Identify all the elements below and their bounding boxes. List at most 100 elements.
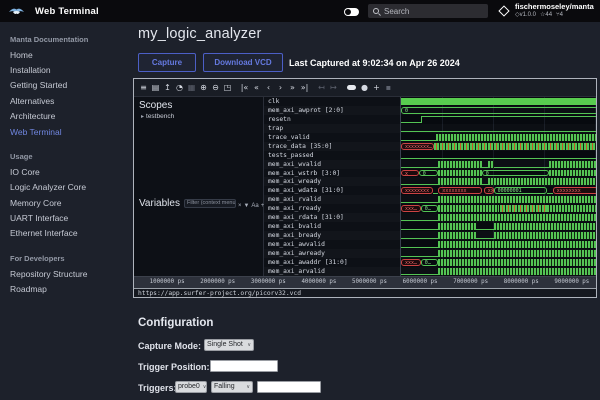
wave-row <box>401 133 597 142</box>
sidebar-item-getting-started[interactable]: Getting Started <box>0 78 130 93</box>
vcd-url-text: https://app.surfer-project.org/picorv32.… <box>134 288 596 298</box>
timeline-tick-label: 2000000 ps <box>200 279 235 285</box>
go-to-start-icon[interactable]: |« <box>239 82 250 94</box>
capture-button[interactable]: Capture <box>138 53 196 72</box>
wave-segment-xbus: xxxxxxxx… <box>401 143 434 150</box>
wave-segment-bus: 0… <box>421 259 439 266</box>
remove-view-icon[interactable]: ▪ <box>383 82 394 94</box>
dark-mode-toggle[interactable] <box>344 8 359 16</box>
expand-triangle-icon: ▸ <box>141 114 144 120</box>
signal-name[interactable]: mem_axi_arvalid <box>264 267 400 276</box>
capture-mode-label: Capture Mode: <box>138 341 201 351</box>
signal-name[interactable]: mem_axi_rready <box>264 204 400 213</box>
search-input[interactable] <box>384 7 474 16</box>
trigger-edge-select[interactable]: Falling∨ <box>211 381 253 393</box>
timeline-tick-label: 9000000 ps <box>554 279 589 285</box>
chevron-down-icon: ∨ <box>247 340 251 350</box>
signal-name[interactable]: clk <box>264 97 400 106</box>
sidebar-item-installation[interactable]: Installation <box>0 62 130 77</box>
signal-name[interactable]: mem_axi_awready <box>264 249 400 258</box>
sidebar-item-web-terminal[interactable]: Web Terminal <box>0 124 130 139</box>
open-file-icon[interactable]: ▤ <box>150 82 161 94</box>
signal-name[interactable]: mem_axi_wdata [31:0] <box>264 186 400 195</box>
wave-segment-low <box>401 223 438 230</box>
wave-row: xxx…0… <box>401 258 597 267</box>
signal-name[interactable]: resetn <box>264 115 400 124</box>
next-transition-icon[interactable]: ↦ <box>328 82 339 94</box>
save-state-icon[interactable]: ▦ <box>186 82 197 94</box>
sidebar-item-logic-analyzer-core[interactable]: Logic Analyzer Core <box>0 180 130 195</box>
waveform-canvas[interactable]: 0xxxxxxxx…x00xxxxxxxxxxxxxxxxxx…00000001… <box>401 97 597 276</box>
sidebar-item-memory-core[interactable]: Memory Core <box>0 195 130 210</box>
fast-backward-icon[interactable]: « <box>251 82 262 94</box>
wave-segment-dense <box>438 259 597 266</box>
zoom-in-icon[interactable]: ⊕ <box>198 82 209 94</box>
signal-name[interactable]: mem_axi_bready <box>264 231 400 240</box>
signal-name[interactable]: mem_axi_bvalid <box>264 222 400 231</box>
download-vcd-button[interactable]: Download VCD <box>203 53 283 72</box>
trigger-probe-select[interactable]: probe0∨ <box>175 381 207 393</box>
sidebar-item-alternatives[interactable]: Alternatives <box>0 93 130 108</box>
signal-name[interactable]: trace_data [35:0] <box>264 142 400 151</box>
signal-name[interactable]: tests_passed <box>264 151 400 160</box>
signal-name[interactable]: trap <box>264 124 400 133</box>
wave-row <box>401 124 597 133</box>
zoom-out-icon[interactable]: ⊖ <box>210 82 221 94</box>
signal-name[interactable]: mem_axi_rdata [31:0] <box>264 213 400 222</box>
reload-icon[interactable]: ◔ <box>174 82 185 94</box>
page-title: my_logic_analyzer <box>138 26 262 42</box>
wave-row <box>401 160 597 169</box>
upload-icon[interactable]: ↥ <box>162 82 173 94</box>
timescale-icon[interactable]: ● <box>359 82 370 94</box>
top-header-bar: Web Terminal fischermoseley/manta ◇v1.0.… <box>0 0 600 22</box>
sidebar-item-uart-interface[interactable]: UART Interface <box>0 210 130 225</box>
wave-segment-dense <box>438 268 597 275</box>
zoom-fit-icon[interactable]: ◳ <box>222 82 233 94</box>
filter-icons: ×▼Aa+ <box>236 194 264 212</box>
signal-name[interactable]: mem_axi_wstrb [3:0] <box>264 169 400 178</box>
match-case-icon[interactable]: Aa <box>251 203 258 209</box>
sidebar-item-home[interactable]: Home <box>0 47 130 62</box>
prev-transition-icon[interactable]: ↤ <box>316 82 327 94</box>
filter-type-icon[interactable]: ▼ <box>243 203 249 209</box>
chevron-down-icon: ∨ <box>203 382 207 392</box>
sidebar-item-architecture[interactable]: Architecture <box>0 109 130 124</box>
fast-forward-icon[interactable]: » <box>287 82 298 94</box>
signal-name[interactable]: mem_axi_rvalid <box>264 195 400 204</box>
wave-segment-bus: 0… <box>421 205 439 212</box>
sidebar-item-repository-structure[interactable]: Repository Structure <box>0 266 130 281</box>
wave-segment-dense <box>436 134 597 141</box>
step-backward-icon[interactable]: ‹ <box>263 82 274 94</box>
go-to-end-icon[interactable]: »| <box>299 82 310 94</box>
menu-icon[interactable]: ≡ <box>138 82 149 94</box>
wave-segment-dense <box>438 214 597 221</box>
signal-name[interactable]: mem_axi_wready <box>264 177 400 186</box>
timeline-tick-label: 5000000 ps <box>352 279 387 285</box>
triggers-label: Triggers: <box>138 383 177 393</box>
scopes-heading: Scopes <box>139 100 263 111</box>
signal-name[interactable]: mem_axi_awvalid <box>264 240 400 249</box>
trigger-position-input[interactable] <box>210 360 278 372</box>
sidebar-item-io-core[interactable]: IO Core <box>0 164 130 179</box>
signal-name[interactable]: mem_axi_awaddr [31:0] <box>264 258 400 267</box>
repo-link[interactable]: fischermoseley/manta ◇v1.0.0 ☆44 ⑂4 <box>500 3 594 19</box>
cursor-icon[interactable] <box>347 85 356 90</box>
step-forward-icon[interactable]: › <box>275 82 286 94</box>
scope-item-testbench[interactable]: ▸testbench <box>141 113 263 120</box>
add-view-icon[interactable]: + <box>371 82 382 94</box>
trigger-condition-input[interactable] <box>257 381 321 393</box>
signal-name[interactable]: mem_axi_wvalid <box>264 160 400 169</box>
variable-filter-input[interactable] <box>184 199 236 208</box>
wave-segment-dense <box>549 161 597 168</box>
sidebar-item-ethernet-interface[interactable]: Ethernet Interface <box>0 226 130 241</box>
search-box[interactable] <box>368 4 488 18</box>
wave-segment-xbus: xxx… <box>401 205 421 212</box>
signal-name[interactable]: mem_axi_awprot [2:0] <box>264 106 400 115</box>
timeline-tick-label: 7000000 ps <box>453 279 488 285</box>
sidebar-item-roadmap[interactable]: Roadmap <box>0 282 130 297</box>
capture-mode-select[interactable]: Single Shot∨ <box>204 339 254 351</box>
clear-filter-icon[interactable]: × <box>238 203 242 209</box>
toggle-knob-icon <box>345 9 351 15</box>
signal-name[interactable]: trace_valid <box>264 133 400 142</box>
wave-segment-low <box>401 134 436 141</box>
